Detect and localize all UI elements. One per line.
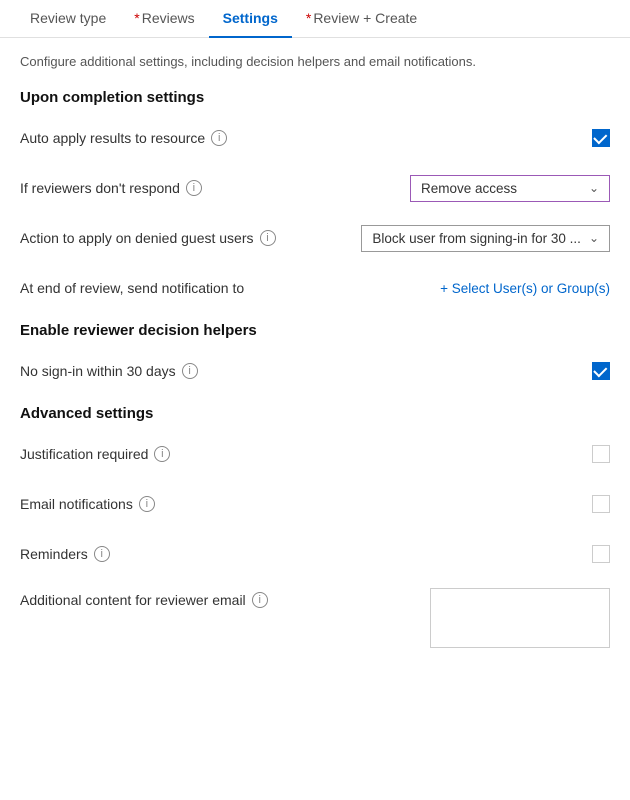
label-justification: Justification required i — [20, 446, 170, 462]
label-action-denied-text: Action to apply on denied guest users — [20, 230, 254, 246]
tab-review-create-asterisk: * — [306, 10, 311, 26]
tab-settings-label: Settings — [223, 10, 278, 26]
info-reminders-icon: i — [94, 546, 110, 562]
value-auto-apply — [410, 129, 610, 147]
tab-review-type[interactable]: Review type — [16, 0, 120, 38]
row-additional-content: Additional content for reviewer email i — [20, 588, 610, 648]
label-additional-content: Additional content for reviewer email i — [20, 592, 268, 608]
label-if-reviewers: If reviewers don't respond i — [20, 180, 202, 196]
chevron-if-reviewers-icon: ⌄ — [589, 181, 599, 195]
select-action-denied-value: Block user from signing-in for 30 ... — [372, 231, 581, 246]
checkbox-no-sign-in[interactable] — [592, 362, 610, 380]
value-reminders — [410, 545, 610, 563]
select-if-reviewers-value: Remove access — [421, 181, 517, 196]
checkbox-reminders[interactable] — [592, 545, 610, 563]
info-action-denied-icon: i — [260, 230, 276, 246]
label-action-denied: Action to apply on denied guest users i — [20, 230, 276, 246]
tab-review-create-label: Review + Create — [313, 10, 417, 26]
main-content: Configure additional settings, including… — [0, 38, 630, 682]
value-action-denied: Block user from signing-in for 30 ... ⌄ — [361, 225, 610, 252]
row-no-sign-in: No sign-in within 30 days i — [20, 355, 610, 387]
row-end-of-review: At end of review, send notification to +… — [20, 272, 610, 304]
label-if-reviewers-text: If reviewers don't respond — [20, 180, 180, 196]
value-additional-content — [410, 588, 610, 648]
row-action-denied: Action to apply on denied guest users i … — [20, 222, 610, 254]
tab-reviews[interactable]: *Reviews — [120, 0, 208, 38]
info-additional-content-icon: i — [252, 592, 268, 608]
select-action-denied[interactable]: Block user from signing-in for 30 ... ⌄ — [361, 225, 610, 252]
label-end-of-review: At end of review, send notification to — [20, 280, 244, 296]
tab-review-type-label: Review type — [30, 10, 106, 26]
select-users-groups-link[interactable]: + Select User(s) or Group(s) — [440, 281, 610, 296]
value-email-notifications — [410, 495, 610, 513]
info-justification-icon: i — [154, 446, 170, 462]
label-end-of-review-text: At end of review, send notification to — [20, 280, 244, 296]
label-email-notifications: Email notifications i — [20, 496, 155, 512]
row-auto-apply: Auto apply results to resource i — [20, 122, 610, 154]
label-no-sign-in-text: No sign-in within 30 days — [20, 363, 176, 379]
checkbox-justification[interactable] — [592, 445, 610, 463]
label-justification-text: Justification required — [20, 446, 148, 462]
tab-bar: Review type *Reviews Settings *Review + … — [0, 0, 630, 38]
value-if-reviewers: Remove access ⌄ — [410, 175, 610, 202]
page-description: Configure additional settings, including… — [20, 54, 610, 69]
row-if-reviewers: If reviewers don't respond i Remove acce… — [20, 172, 610, 204]
label-reminders: Reminders i — [20, 546, 110, 562]
checkbox-auto-apply[interactable] — [592, 129, 610, 147]
checkbox-email-notifications[interactable] — [592, 495, 610, 513]
value-end-of-review: + Select User(s) or Group(s) — [410, 281, 610, 296]
info-no-sign-in-icon: i — [182, 363, 198, 379]
row-email-notifications: Email notifications i — [20, 488, 610, 520]
label-additional-content-text: Additional content for reviewer email — [20, 592, 246, 608]
tab-reviews-label: Reviews — [142, 10, 195, 26]
info-auto-apply-icon: i — [211, 130, 227, 146]
label-auto-apply-text: Auto apply results to resource — [20, 130, 205, 146]
section-advanced-heading: Advanced settings — [20, 405, 610, 422]
section-completion-heading: Upon completion settings — [20, 89, 610, 106]
info-email-notifications-icon: i — [139, 496, 155, 512]
row-justification: Justification required i — [20, 438, 610, 470]
info-if-reviewers-icon: i — [186, 180, 202, 196]
chevron-action-denied-icon: ⌄ — [589, 231, 599, 245]
section-decision-helpers-heading: Enable reviewer decision helpers — [20, 322, 610, 339]
textarea-additional-content[interactable] — [430, 588, 610, 648]
label-reminders-text: Reminders — [20, 546, 88, 562]
value-justification — [410, 445, 610, 463]
tab-review-create[interactable]: *Review + Create — [292, 0, 431, 38]
label-auto-apply: Auto apply results to resource i — [20, 130, 227, 146]
label-no-sign-in: No sign-in within 30 days i — [20, 363, 198, 379]
value-no-sign-in — [410, 362, 610, 380]
tab-reviews-asterisk: * — [134, 10, 139, 26]
tab-settings[interactable]: Settings — [209, 0, 292, 38]
select-if-reviewers[interactable]: Remove access ⌄ — [410, 175, 610, 202]
row-reminders: Reminders i — [20, 538, 610, 570]
label-email-notifications-text: Email notifications — [20, 496, 133, 512]
